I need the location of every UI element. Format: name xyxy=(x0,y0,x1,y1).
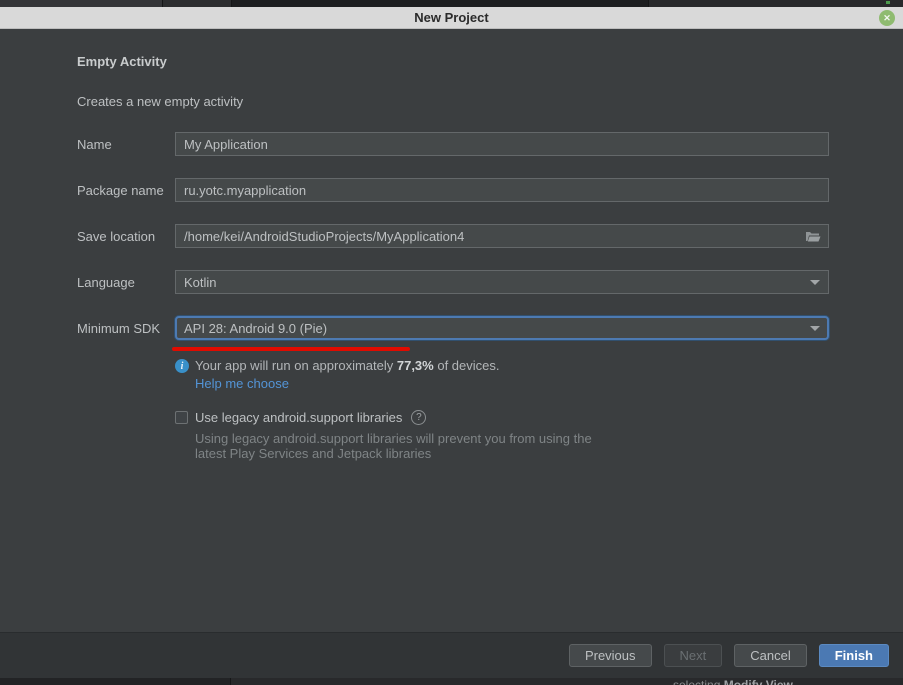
folder-icon xyxy=(805,230,821,243)
background-window-top xyxy=(0,0,903,7)
package-label: Package name xyxy=(77,183,175,198)
minimum-sdk-value: API 28: Android 9.0 (Pie) xyxy=(184,321,802,336)
legacy-support-row: Use legacy android.support libraries ? xyxy=(175,410,426,425)
help-icon[interactable]: ? xyxy=(411,410,426,425)
save-location-row: Save location /home/kei/AndroidStudioPro… xyxy=(77,224,829,248)
package-row: Package name xyxy=(77,178,829,202)
dialog-title: New Project xyxy=(414,10,488,25)
background-panel xyxy=(231,0,648,7)
red-underline-annotation xyxy=(172,347,410,351)
name-row: Name xyxy=(77,132,829,156)
background-panel xyxy=(0,678,231,685)
background-artifact xyxy=(886,1,890,4)
background-window-bottom: selecting Modify View xyxy=(0,678,903,685)
sdk-info-text: Your app will run on approximately 77,3%… xyxy=(195,358,500,373)
minimum-sdk-row: Minimum SDK API 28: Android 9.0 (Pie) xyxy=(77,316,829,340)
cancel-button[interactable]: Cancel xyxy=(734,644,806,667)
language-dropdown[interactable]: Kotlin xyxy=(175,270,829,294)
finish-button[interactable]: Finish xyxy=(819,644,889,667)
minimum-sdk-dropdown[interactable]: API 28: Android 9.0 (Pie) xyxy=(175,316,829,340)
info-icon: i xyxy=(175,359,189,373)
chevron-down-icon xyxy=(810,326,820,331)
help-me-choose-link[interactable]: Help me choose xyxy=(195,376,289,391)
close-icon: ✕ xyxy=(883,13,891,24)
background-panel xyxy=(648,0,903,7)
dialog-title-bar: New Project ✕ xyxy=(0,7,903,29)
previous-button[interactable]: Previous xyxy=(569,644,652,667)
legacy-support-label: Use legacy android.support libraries xyxy=(195,410,402,425)
language-label: Language xyxy=(77,275,175,290)
name-input[interactable] xyxy=(175,132,829,156)
template-subtitle: Creates a new empty activity xyxy=(77,94,243,109)
dialog-footer: Previous Next Cancel Finish xyxy=(0,632,903,678)
save-location-value: /home/kei/AndroidStudioProjects/MyApplic… xyxy=(184,229,464,244)
save-location-input[interactable]: /home/kei/AndroidStudioProjects/MyApplic… xyxy=(175,224,829,248)
background-panel xyxy=(162,0,231,7)
name-label: Name xyxy=(77,137,175,152)
minimum-sdk-label: Minimum SDK xyxy=(77,321,175,336)
background-panel xyxy=(0,0,162,7)
legacy-support-description: Using legacy android.support libraries w… xyxy=(195,431,592,461)
new-project-dialog-body: Empty Activity Creates a new empty activ… xyxy=(0,29,903,632)
legacy-support-checkbox[interactable] xyxy=(175,411,188,424)
template-heading: Empty Activity xyxy=(77,54,167,69)
sdk-info-row: i Your app will run on approximately 77,… xyxy=(175,358,500,373)
package-name-input[interactable] xyxy=(175,178,829,202)
chevron-down-icon xyxy=(810,280,820,285)
save-location-label: Save location xyxy=(77,229,175,244)
background-partial-text: selecting Modify View xyxy=(673,678,793,685)
close-button[interactable]: ✕ xyxy=(879,10,895,26)
device-percentage: 77,3% xyxy=(397,358,434,373)
browse-folder-button[interactable] xyxy=(804,228,822,244)
language-row: Language Kotlin xyxy=(77,270,829,294)
next-button[interactable]: Next xyxy=(664,644,723,667)
language-value: Kotlin xyxy=(184,275,802,290)
